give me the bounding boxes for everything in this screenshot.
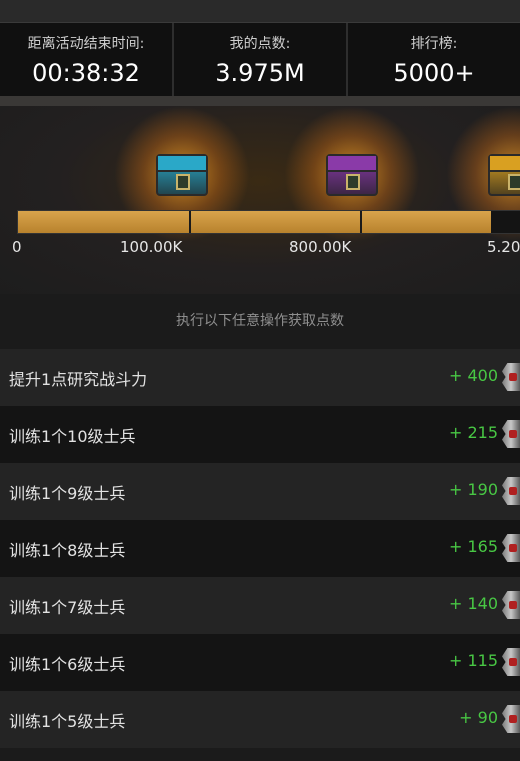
task-label: 训练1个5级士兵 bbox=[9, 712, 126, 731]
progress-tick-3: 5.20 bbox=[487, 238, 520, 256]
axe-icon bbox=[502, 534, 520, 562]
time-left-stat: 距离活动结束时间: 00:38:32 bbox=[0, 23, 172, 97]
axe-icon bbox=[502, 648, 520, 676]
task-row: 训练1个7级士兵 + 140 bbox=[0, 577, 520, 634]
ranking-label: 排行榜: bbox=[410, 36, 458, 52]
time-left-value: 00:38:32 bbox=[32, 59, 140, 87]
blue-chest-icon[interactable] bbox=[114, 106, 250, 242]
task-points: + 140 bbox=[448, 594, 498, 613]
progress-divider bbox=[189, 211, 191, 233]
ranking-value: 5000+ bbox=[393, 59, 475, 87]
task-points: + 115 bbox=[448, 651, 498, 670]
points-progress-bar bbox=[17, 210, 520, 234]
task-label: 训练1个10级士兵 bbox=[9, 427, 136, 446]
progress-tick-2: 800.00K bbox=[289, 238, 352, 256]
progress-tick-1: 100.00K bbox=[120, 238, 183, 256]
my-points-value: 3.975M bbox=[215, 59, 305, 87]
progress-tick-0: 0 bbox=[12, 238, 22, 256]
purple-chest-icon[interactable] bbox=[284, 106, 420, 242]
task-points: + 190 bbox=[448, 480, 498, 499]
my-points-label: 我的点数: bbox=[229, 36, 291, 52]
task-points: + 90 bbox=[459, 708, 498, 727]
axe-icon bbox=[502, 420, 520, 448]
progress-divider bbox=[360, 211, 362, 233]
divider bbox=[0, 96, 520, 106]
task-row: 训练1个5级士兵 + 90 bbox=[0, 691, 520, 748]
task-points: + 400 bbox=[448, 366, 498, 385]
task-points: + 215 bbox=[448, 423, 498, 442]
task-row: 训练1个8级士兵 + 165 bbox=[0, 520, 520, 577]
time-left-label: 距离活动结束时间: bbox=[27, 36, 145, 52]
task-label: 训练1个9级士兵 bbox=[9, 484, 126, 503]
task-points: + 165 bbox=[448, 537, 498, 556]
task-row: 训练1个6级士兵 + 115 bbox=[0, 634, 520, 691]
reward-progress-panel: 0 100.00K 800.00K 5.20 bbox=[0, 106, 520, 294]
task-label: 提升1点研究战斗力 bbox=[9, 370, 148, 389]
progress-fill bbox=[18, 211, 491, 233]
ranking-stat[interactable]: 排行榜: 5000+ bbox=[346, 23, 520, 97]
task-label: 训练1个8级士兵 bbox=[9, 541, 126, 560]
task-label: 训练1个6级士兵 bbox=[9, 655, 126, 674]
actions-title: 执行以下任意操作获取点数 bbox=[176, 313, 344, 329]
task-row: 提升1点研究战斗力 + 400 bbox=[0, 349, 520, 406]
my-points-stat: 我的点数: 3.975M bbox=[172, 23, 346, 97]
gold-chest-icon[interactable] bbox=[446, 106, 520, 242]
task-row: 训练1个10级士兵 + 215 bbox=[0, 406, 520, 463]
task-row: 训练1个9级士兵 + 190 bbox=[0, 463, 520, 520]
axe-icon bbox=[502, 591, 520, 619]
axe-icon bbox=[502, 477, 520, 505]
task-label: 训练1个7级士兵 bbox=[9, 598, 126, 617]
top-strip bbox=[0, 0, 520, 22]
axe-icon bbox=[502, 705, 520, 733]
axe-icon bbox=[502, 363, 520, 391]
event-stats-bar: 距离活动结束时间: 00:38:32 我的点数: 3.975M 排行榜: 500… bbox=[0, 22, 520, 98]
